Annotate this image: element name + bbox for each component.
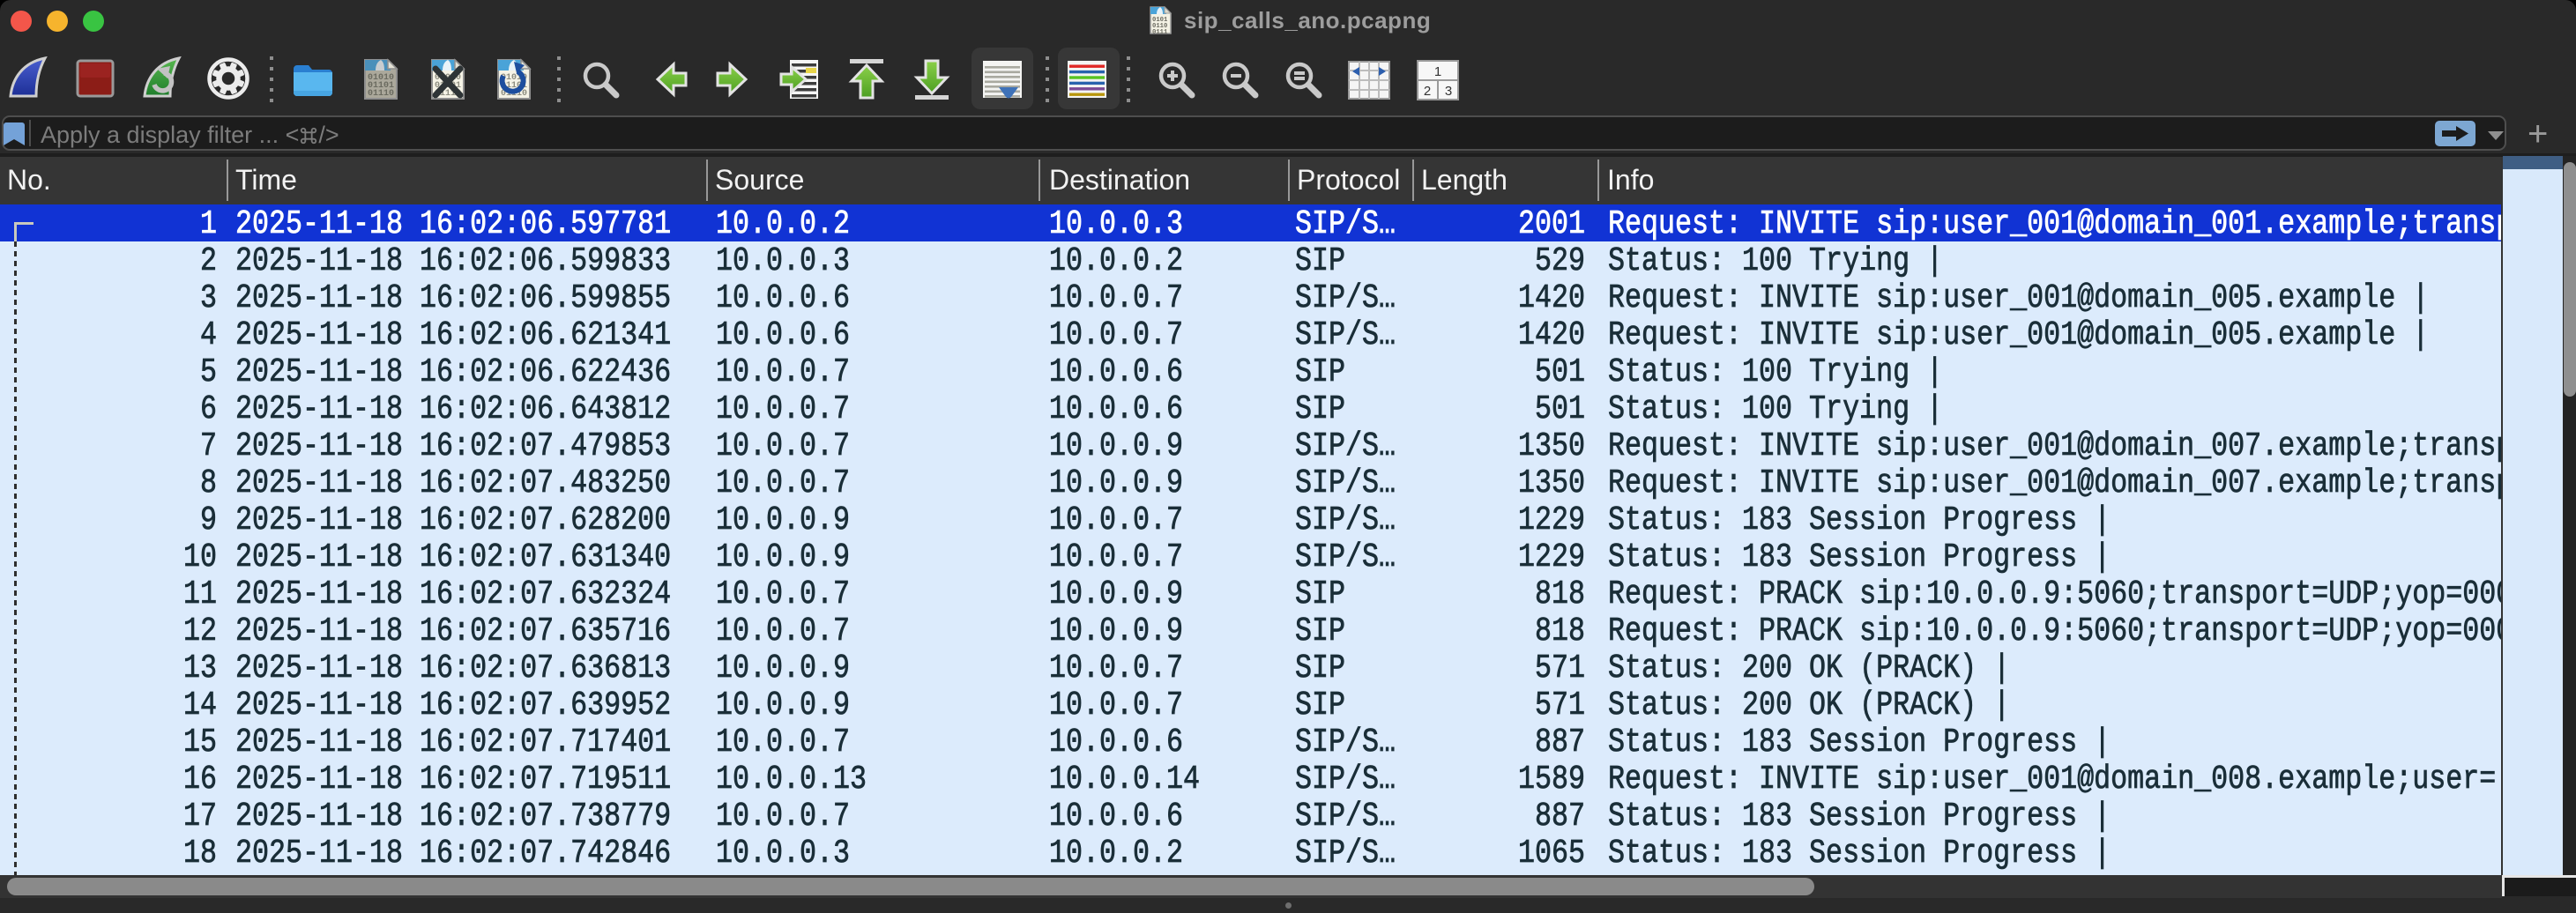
svg-text:2: 2 <box>1424 84 1431 99</box>
svg-text:01110: 01110 <box>368 89 394 99</box>
svg-text:1: 1 <box>1434 64 1441 79</box>
svg-text:0111: 0111 <box>1152 29 1168 34</box>
svg-text:3: 3 <box>1445 84 1452 99</box>
